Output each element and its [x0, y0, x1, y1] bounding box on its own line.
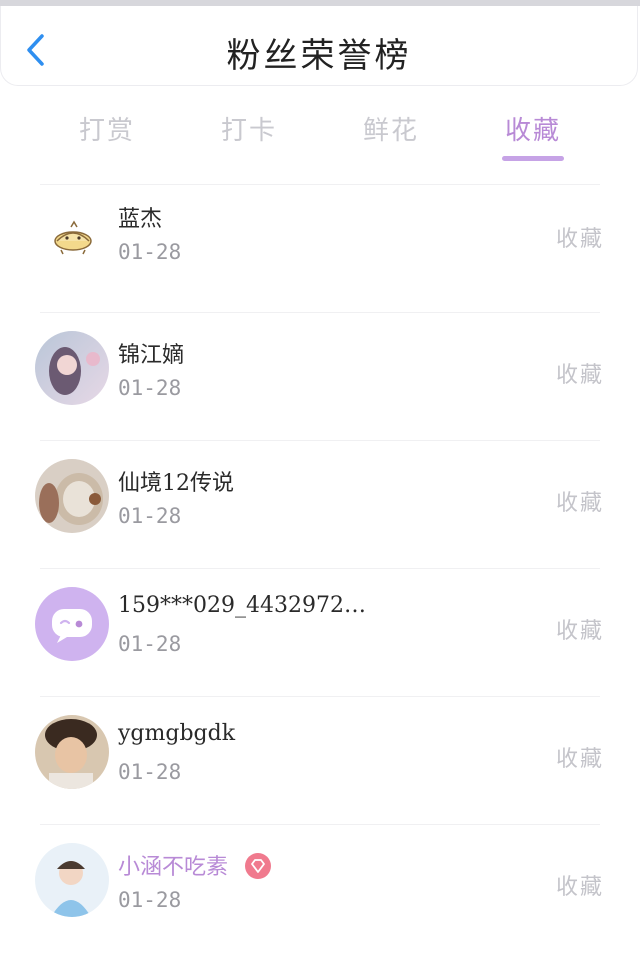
vip-badge-icon [245, 853, 272, 879]
favorite-label: 收藏 [555, 363, 604, 388]
favorite-label: 收藏 [555, 227, 604, 252]
avatar [35, 843, 109, 917]
favorite-label: 收藏 [555, 619, 604, 644]
list-item[interactable]: 小涵不吃素 01-28 收藏 [0, 825, 640, 953]
list-item[interactable]: 锦江嫡 01-28 收藏 [0, 313, 640, 441]
user-photo-icon [35, 843, 109, 917]
favorite-label: 收藏 [555, 491, 604, 516]
list-item[interactable]: 蓝杰 01-28 收藏 [0, 185, 640, 313]
page-title: 粉丝荣誉榜 [226, 36, 412, 76]
bun-icon [35, 197, 109, 271]
avatar [35, 459, 109, 533]
tab-checkin[interactable]: 打卡 [194, 110, 304, 147]
user-date: 01-28 [118, 888, 182, 912]
avatar [35, 331, 109, 405]
favorite-label: 收藏 [555, 875, 604, 900]
user-date: 01-28 [118, 240, 182, 264]
list-item[interactable]: 159***029_4432972… 01-28 收藏 [0, 569, 640, 697]
avatar [35, 715, 109, 789]
active-tab-indicator [502, 156, 564, 161]
list-item[interactable]: 仙境12传说 01-28 收藏 [0, 441, 640, 569]
header-bar: 粉丝荣誉榜 [0, 6, 638, 86]
user-name: 蓝杰 [118, 207, 163, 232]
tab-flowers[interactable]: 鲜花 [336, 110, 446, 147]
user-date: 01-28 [118, 504, 182, 528]
user-name: 小涵不吃素 [118, 849, 272, 881]
user-name-text: 小涵不吃素 [118, 855, 229, 880]
tab-favorites[interactable]: 收藏 [478, 110, 588, 147]
user-photo-icon [35, 715, 109, 789]
tab-bar: 打赏 打卡 鲜花 收藏 [0, 100, 640, 170]
user-photo-icon [35, 331, 109, 405]
list-item[interactable]: ygmgbgdk 01-28 收藏 [0, 697, 640, 825]
user-date: 01-28 [118, 632, 182, 656]
avatar [35, 197, 109, 271]
user-name: 159***029_4432972… [118, 593, 366, 618]
user-date: 01-28 [118, 376, 182, 400]
fan-list: 蓝杰 01-28 收藏 锦江嫡 01-28 收藏 仙境12传说 01-28 收藏… [0, 185, 640, 953]
user-date: 01-28 [118, 760, 182, 784]
chat-bubble-icon [35, 587, 109, 661]
user-name: ygmgbgdk [118, 721, 236, 746]
avatar [35, 587, 109, 661]
favorite-label: 收藏 [555, 747, 604, 772]
user-photo-icon [35, 459, 109, 533]
tab-reward[interactable]: 打赏 [52, 110, 162, 147]
user-name: 仙境12传说 [118, 471, 234, 496]
user-name: 锦江嫡 [118, 343, 185, 368]
